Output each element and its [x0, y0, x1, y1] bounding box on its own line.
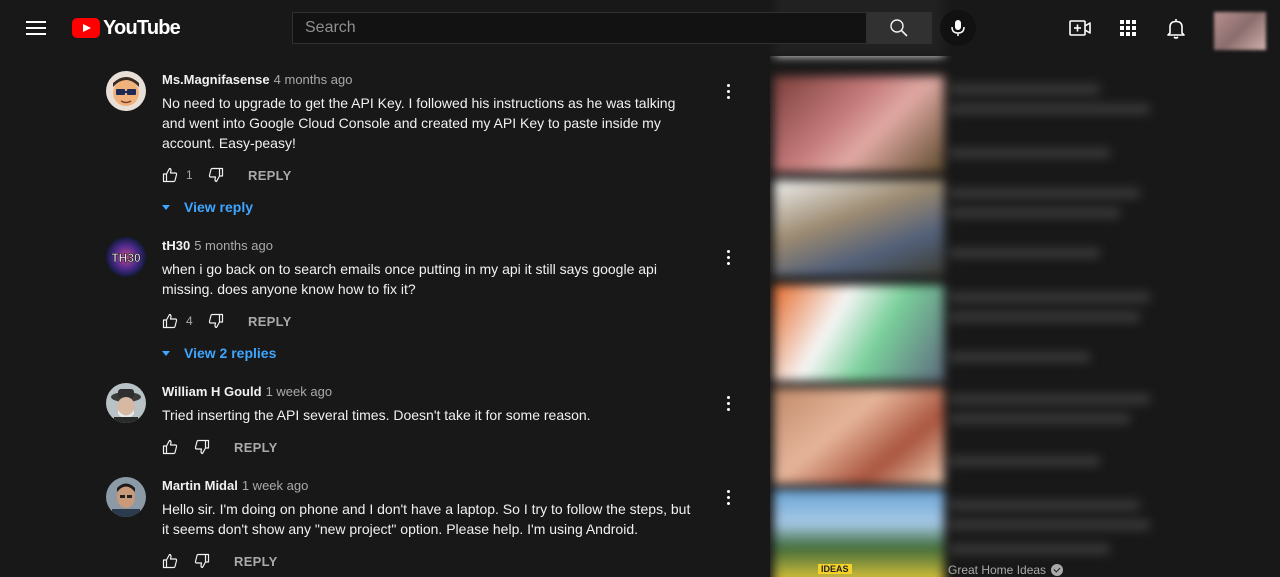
blurred-title — [950, 188, 1140, 198]
menu-icon[interactable] — [24, 16, 48, 40]
search-input[interactable] — [292, 12, 867, 44]
blurred-meta — [950, 456, 1100, 466]
svg-text:TH30: TH30 — [111, 251, 141, 265]
reply-button[interactable]: REPLY — [234, 440, 278, 455]
thumbnail-tag: IDEAS — [818, 564, 852, 574]
comment-author[interactable]: tH30 — [162, 238, 190, 253]
blurred-meta — [950, 248, 1100, 258]
create-video-icon[interactable] — [1068, 16, 1092, 40]
blurred-meta — [950, 148, 1110, 158]
voice-search-button[interactable] — [940, 10, 976, 46]
comment-text: Hello sir. I'm doing on phone and I don'… — [162, 501, 691, 537]
search-bar — [292, 12, 932, 44]
blurred-title — [950, 292, 1150, 302]
like-count: 1 — [186, 168, 193, 182]
thumbs-down-icon[interactable] — [194, 439, 210, 455]
comment-author[interactable]: William H Gould — [162, 384, 262, 399]
thumbs-down-icon[interactable] — [194, 553, 210, 569]
channel-name-label: Great Home Ideas — [948, 563, 1047, 577]
like-count: 4 — [186, 314, 193, 328]
commenter-avatar[interactable] — [106, 383, 146, 423]
blurred-title — [950, 312, 1140, 322]
channel-name[interactable]: Great Home Ideas — [948, 563, 1064, 577]
thumbs-up-icon[interactable] — [162, 553, 178, 569]
blurred-title — [950, 520, 1150, 530]
comment-author[interactable]: Martin Midal — [162, 478, 238, 493]
comment-timestamp[interactable]: 4 months ago — [274, 72, 353, 87]
video-thumbnail[interactable] — [774, 388, 944, 484]
caret-down-icon — [162, 204, 170, 210]
reply-button[interactable]: REPLY — [248, 168, 292, 183]
reply-button[interactable]: REPLY — [248, 314, 292, 329]
view-replies-button[interactable]: View 2 replies — [162, 343, 722, 363]
account-avatar[interactable] — [1214, 12, 1266, 50]
thumbs-down-icon[interactable] — [208, 167, 224, 183]
blurred-recommendations — [770, 0, 1280, 577]
comment-author[interactable]: Ms.Magnifasense — [162, 72, 270, 87]
comment-text: Tried inserting the API several times. D… — [162, 407, 591, 423]
verified-check-icon — [1051, 564, 1064, 576]
comment-text: No need to upgrade to get the API Key. I… — [162, 95, 676, 151]
blurred-meta — [950, 352, 1090, 362]
comment-timestamp[interactable]: 1 week ago — [242, 478, 309, 493]
blurred-title — [950, 500, 1140, 510]
comment-timestamp[interactable]: 5 months ago — [194, 238, 273, 253]
comments-section: Ms.Magnifasense 4 months ago No need to u… — [0, 0, 770, 577]
comment-menu-button[interactable] — [718, 393, 738, 417]
youtube-logo[interactable]: YouTube — [72, 16, 181, 40]
reply-button[interactable]: REPLY — [234, 554, 278, 569]
view-replies-label: View reply — [184, 199, 254, 215]
video-thumbnail[interactable] — [774, 285, 944, 381]
commenter-avatar[interactable] — [106, 71, 146, 111]
video-thumbnail[interactable] — [774, 180, 944, 276]
blurred-title — [950, 394, 1150, 404]
apps-grid-icon[interactable] — [1116, 16, 1140, 40]
blurred-title — [950, 84, 1100, 94]
blurred-title — [950, 414, 1130, 424]
masthead: YouTube — [0, 0, 1280, 56]
logo-text: YouTube — [103, 16, 181, 39]
recommendations-sidebar: IDEAS Great Home Ideas — [770, 0, 1280, 577]
comment-menu-button[interactable] — [718, 247, 738, 271]
view-replies-label: View 2 replies — [184, 345, 277, 361]
mic-icon — [951, 20, 965, 36]
thumbs-up-icon[interactable] — [162, 439, 178, 455]
comment-text: when i go back on to search emails once … — [162, 261, 657, 297]
blurred-title — [950, 104, 1150, 114]
search-icon — [890, 19, 908, 37]
thumbs-up-icon[interactable] — [162, 167, 178, 183]
comment-timestamp[interactable]: 1 week ago — [266, 384, 333, 399]
thumbs-up-icon[interactable] — [162, 313, 178, 329]
video-thumbnail[interactable] — [774, 490, 944, 577]
blurred-title — [950, 208, 1120, 218]
video-thumbnail[interactable] — [774, 76, 944, 172]
view-replies-button[interactable]: View reply — [162, 197, 722, 217]
caret-down-icon — [162, 350, 170, 356]
play-logo-icon — [72, 18, 100, 38]
blurred-meta — [950, 544, 1110, 554]
commenter-avatar[interactable]: TH30 — [106, 237, 146, 277]
commenter-avatar[interactable] — [106, 477, 146, 517]
comment-menu-button[interactable] — [718, 81, 738, 105]
search-button[interactable] — [867, 12, 932, 44]
thumbs-down-icon[interactable] — [208, 313, 224, 329]
comment-menu-button[interactable] — [718, 487, 738, 511]
bell-icon[interactable] — [1164, 16, 1188, 40]
